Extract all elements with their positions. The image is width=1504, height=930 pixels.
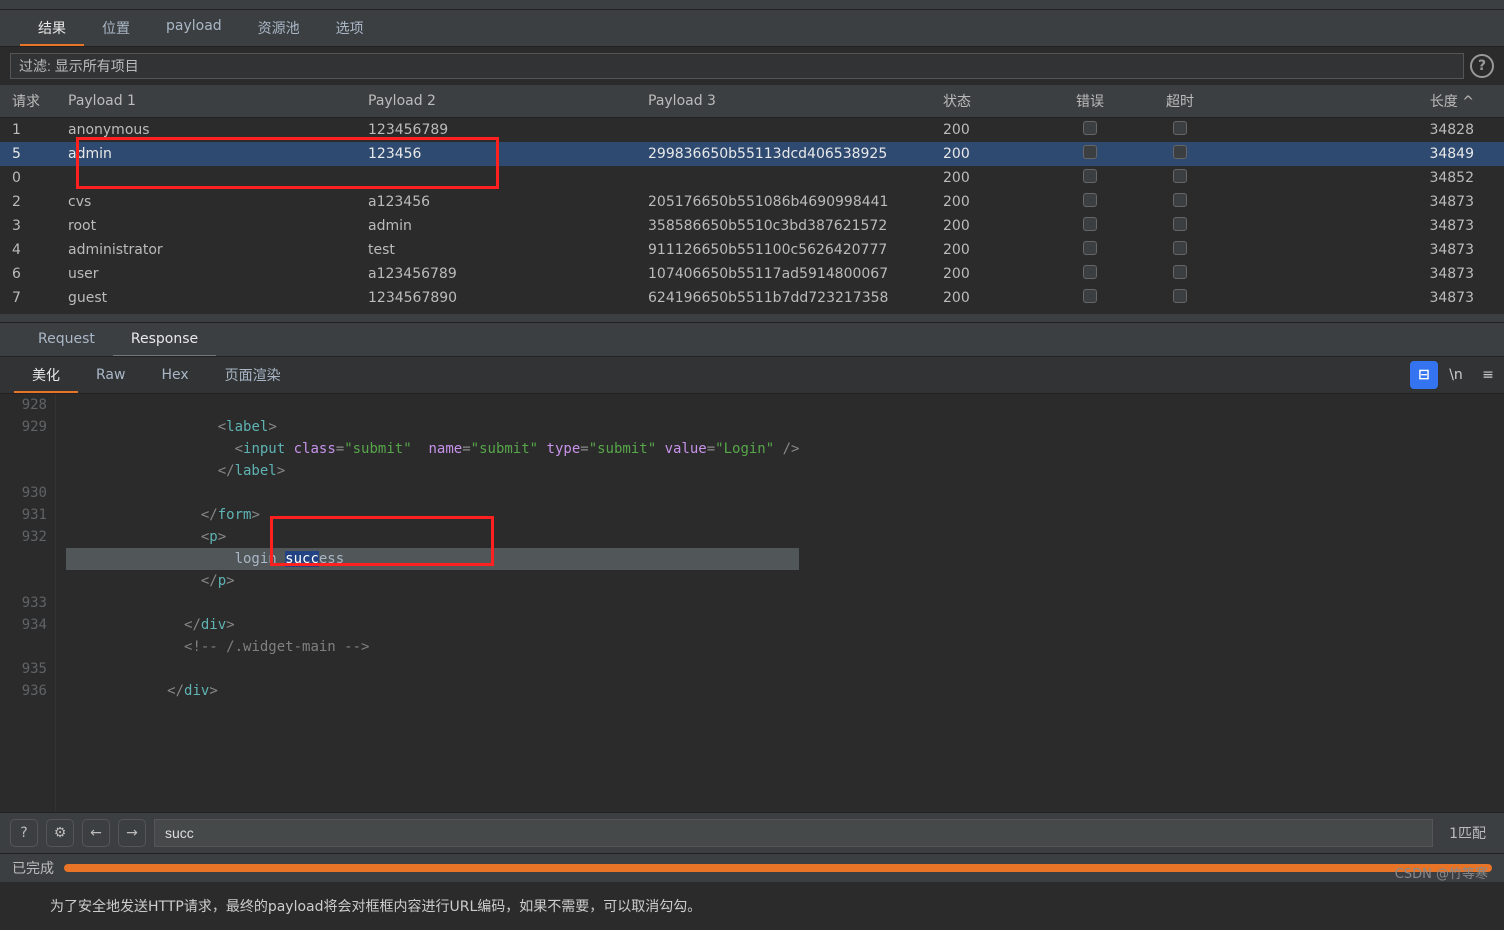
checkbox[interactable] (1173, 193, 1187, 207)
tab-hex[interactable]: Hex (143, 359, 206, 391)
status-text: 已完成 (12, 858, 54, 878)
tab-payload[interactable]: payload (148, 10, 240, 46)
checkbox[interactable] (1083, 169, 1097, 183)
table-row[interactable]: 6usera123456789107406650b55117ad59148000… (0, 262, 1504, 286)
tab-pool[interactable]: 资源池 (240, 10, 318, 46)
table-row[interactable]: 7guest1234567890624196650b5511b7dd723217… (0, 286, 1504, 310)
status-bar: 已完成 (0, 853, 1504, 882)
table-row[interactable]: 2cvsa123456205176650b551086b469099844120… (0, 190, 1504, 214)
results-table: 请求 Payload 1 Payload 2 Payload 3 状态 错误 超… (0, 85, 1504, 310)
col-status[interactable]: 状态 (935, 85, 1045, 118)
col-length[interactable]: 长度 ^ (1225, 85, 1504, 118)
col-payload2[interactable]: Payload 2 (360, 85, 640, 118)
code-body[interactable]: <label> <input class="submit" name="subm… (56, 394, 799, 812)
col-timeout[interactable]: 超时 (1135, 85, 1225, 118)
tab-render[interactable]: 页面渲染 (207, 357, 299, 393)
tab-request[interactable]: Request (20, 323, 113, 356)
prev-match-icon[interactable]: ← (82, 819, 110, 847)
table-row[interactable]: 020034852 (0, 166, 1504, 190)
filter-bar: ? (0, 47, 1504, 85)
help-icon[interactable]: ? (1470, 54, 1494, 78)
results-table-wrap: 请求 Payload 1 Payload 2 Payload 3 状态 错误 超… (0, 85, 1504, 322)
checkbox[interactable] (1083, 289, 1097, 303)
menu-icon[interactable]: ≡ (1474, 361, 1502, 389)
checkbox[interactable] (1083, 265, 1097, 279)
checkbox[interactable] (1173, 265, 1187, 279)
col-payload3[interactable]: Payload 3 (640, 85, 935, 118)
search-bar: ? ⚙ ← → 1匹配 (0, 812, 1504, 853)
table-row[interactable]: 5admin123456299836650b55113dcd4065389252… (0, 142, 1504, 166)
hint-text: 为了安全地发送HTTP请求，最终的payload将会对框框内容进行URL编码，如… (0, 882, 1504, 930)
response-code[interactable]: 928929 930931932 933934 935936 <label> <… (0, 394, 1504, 812)
req-resp-tabs: Request Response (0, 322, 1504, 357)
layout-icon[interactable]: ⊟ (1410, 361, 1438, 389)
checkbox[interactable] (1173, 289, 1187, 303)
match-count: 1匹配 (1441, 823, 1494, 843)
settings-icon[interactable]: ⚙ (46, 819, 74, 847)
progress-bar (64, 864, 1492, 872)
checkbox[interactable] (1173, 169, 1187, 183)
table-row[interactable]: 4administratortest911126650b551100c56264… (0, 238, 1504, 262)
checkbox[interactable] (1173, 145, 1187, 159)
table-row[interactable]: 3rootadmin358586650b5510c3bd387621572200… (0, 214, 1504, 238)
watermark: CSDN @竹等寒 (1395, 863, 1488, 882)
table-row[interactable]: 1anonymous12345678920034828 (0, 118, 1504, 143)
checkbox[interactable] (1173, 241, 1187, 255)
progress-fill (64, 864, 1492, 872)
filter-input[interactable] (10, 53, 1464, 79)
col-payload1[interactable]: Payload 1 (60, 85, 360, 118)
next-match-icon[interactable]: → (118, 819, 146, 847)
checkbox[interactable] (1083, 241, 1097, 255)
tab-response[interactable]: Response (113, 323, 216, 356)
tab-raw[interactable]: Raw (78, 359, 143, 391)
line-gutter: 928929 930931932 933934 935936 (0, 394, 56, 812)
newline-icon[interactable]: \n (1442, 361, 1470, 389)
checkbox[interactable] (1173, 217, 1187, 231)
tab-options[interactable]: 选项 (318, 10, 382, 46)
main-tabs: 结果 位置 payload 资源池 选项 (0, 10, 1504, 47)
tab-pretty[interactable]: 美化 (14, 357, 78, 393)
checkbox[interactable] (1083, 145, 1097, 159)
help-icon[interactable]: ? (10, 819, 38, 847)
search-input[interactable] (154, 819, 1433, 847)
checkbox[interactable] (1083, 193, 1097, 207)
checkbox[interactable] (1173, 121, 1187, 135)
view-tabs: 美化 Raw Hex 页面渲染 ⊟ \n ≡ (0, 357, 1504, 394)
tab-results[interactable]: 结果 (20, 10, 84, 46)
col-error[interactable]: 错误 (1045, 85, 1135, 118)
horizontal-scrollbar[interactable] (0, 314, 1504, 322)
window-top-bar (0, 0, 1504, 10)
checkbox[interactable] (1083, 217, 1097, 231)
checkbox[interactable] (1083, 121, 1097, 135)
col-request[interactable]: 请求 (0, 85, 60, 118)
tab-positions[interactable]: 位置 (84, 10, 148, 46)
